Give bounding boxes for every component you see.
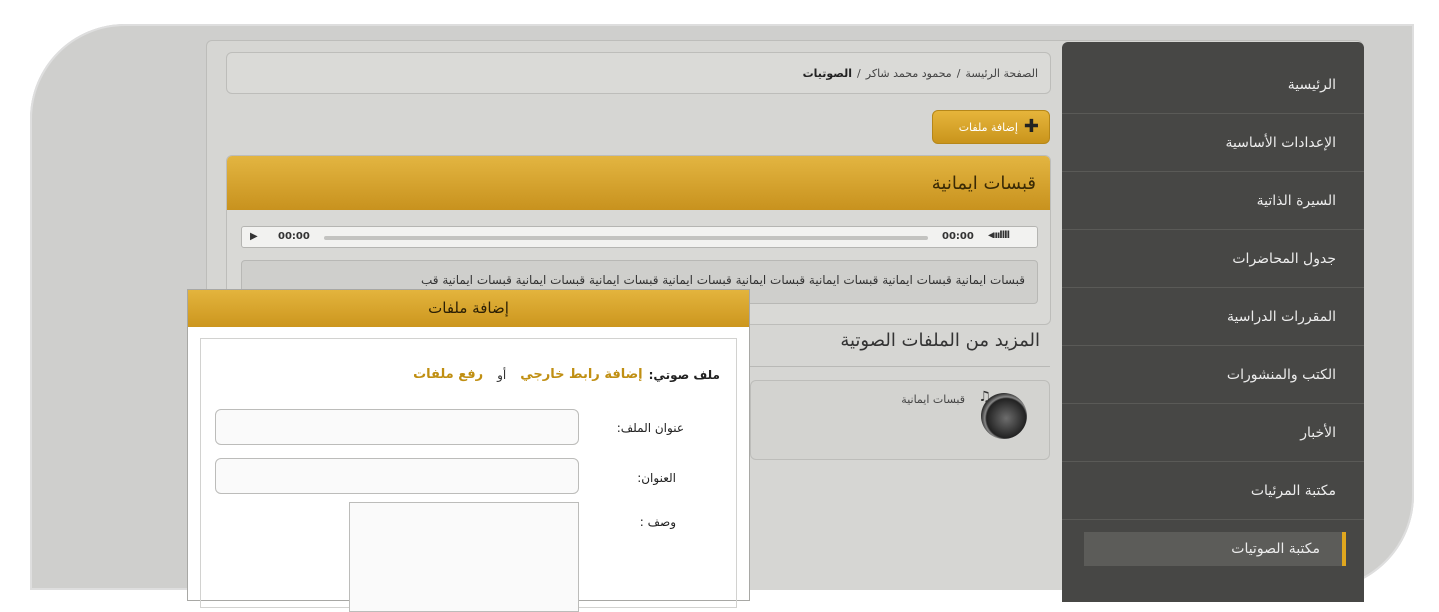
volume-icon[interactable]: ◂ıııllll xyxy=(988,230,1010,241)
current-time: 00:00 xyxy=(278,231,310,242)
breadcrumb-separator: / xyxy=(956,66,961,80)
divider xyxy=(750,366,1050,367)
add-files-dialog: إضافة ملفات ملف صوتي: إضافة رابط خارجي أ… xyxy=(187,289,750,612)
sidebar-item-cv[interactable]: السيرة الذاتية xyxy=(1062,172,1364,230)
add-files-button[interactable]: ✚ إضافة ملفات xyxy=(932,110,1050,144)
or-text: أو xyxy=(497,367,507,382)
breadcrumb-home[interactable]: الصفحة الرئيسة xyxy=(965,67,1038,80)
list-item[interactable]: ♫ قبسات ايمانية xyxy=(750,380,1050,460)
sidebar-item-videos[interactable]: مكتبة المرئيات xyxy=(1062,462,1364,520)
play-icon[interactable]: ▶ xyxy=(250,231,258,242)
source-label: ملف صوتي: xyxy=(648,367,720,382)
plus-icon: ✚ xyxy=(1023,116,1039,137)
description-textarea[interactable] xyxy=(349,502,579,612)
file-title-label: عنوان الملف: xyxy=(616,421,684,435)
sidebar-item-schedule[interactable]: جدول المحاضرات xyxy=(1062,230,1364,288)
breadcrumb-separator: / xyxy=(857,66,861,80)
add-files-label: إضافة ملفات xyxy=(958,120,1018,134)
total-time: 00:00 xyxy=(942,231,974,242)
list-item-label[interactable]: قبسات ايمانية xyxy=(901,393,965,406)
sidebar-item-home[interactable]: الرئيسية xyxy=(1062,56,1364,114)
dialog-body: ملف صوتي: إضافة رابط خارجي أو رفع ملفات … xyxy=(200,338,737,612)
sidebar-item-label: مكتبة الصوتيات xyxy=(1231,541,1320,557)
sidebar-item-label: السيرة الذاتية xyxy=(1256,192,1336,209)
sidebar-item-audio[interactable]: مكتبة الصوتيات xyxy=(1084,532,1346,566)
more-files-title: المزيد من الملفات الصوتية xyxy=(840,330,1040,351)
dialog-title: إضافة ملفات xyxy=(188,290,749,327)
breadcrumb-current: الصوتيات xyxy=(802,66,853,80)
breadcrumb: الصفحة الرئيسة / محمود محمد شاكر / الصوت… xyxy=(226,52,1051,94)
breadcrumb-user[interactable]: محمود محمد شاكر xyxy=(866,67,952,80)
add-external-link-button[interactable]: إضافة رابط خارجي xyxy=(520,367,642,382)
sidebar-item-label: المقررات الدراسية xyxy=(1227,308,1336,325)
sidebar-item-settings[interactable]: الإعدادات الأساسية xyxy=(1062,114,1364,172)
title-label: العنوان: xyxy=(637,471,676,485)
file-title-field[interactable] xyxy=(215,409,579,445)
sidebar-item-label: الإعدادات الأساسية xyxy=(1225,134,1336,151)
sidebar-item-label: الكتب والمنشورات xyxy=(1226,366,1336,383)
source-row: ملف صوتي: إضافة رابط خارجي أو رفع ملفات xyxy=(413,367,720,382)
description-label: وصف : xyxy=(639,515,676,529)
seek-bar[interactable] xyxy=(324,236,928,240)
upload-files-button[interactable]: رفع ملفات xyxy=(413,367,483,382)
audio-player: ▶ 00:00 00:00 ◂ıııllll xyxy=(241,226,1038,248)
sidebar-item-courses[interactable]: المقررات الدراسية xyxy=(1062,288,1364,346)
audio-card-title: قبسات ايمانية xyxy=(227,156,1050,210)
sidebar-item-label: مكتبة المرئيات xyxy=(1250,482,1336,499)
sidebar-item-label: جدول المحاضرات xyxy=(1232,250,1336,267)
sidebar-item-label: الأخبار xyxy=(1300,424,1336,441)
sidebar-item-books[interactable]: الكتب والمنشورات xyxy=(1062,346,1364,404)
sidebar: الرئيسية الإعدادات الأساسية السيرة الذات… xyxy=(1062,42,1364,602)
sidebar-item-label: الرئيسية xyxy=(1287,76,1336,93)
sidebar-item-news[interactable]: الأخبار xyxy=(1062,404,1364,462)
title-field[interactable] xyxy=(215,458,579,494)
music-note-icon: ♫ xyxy=(978,389,991,405)
